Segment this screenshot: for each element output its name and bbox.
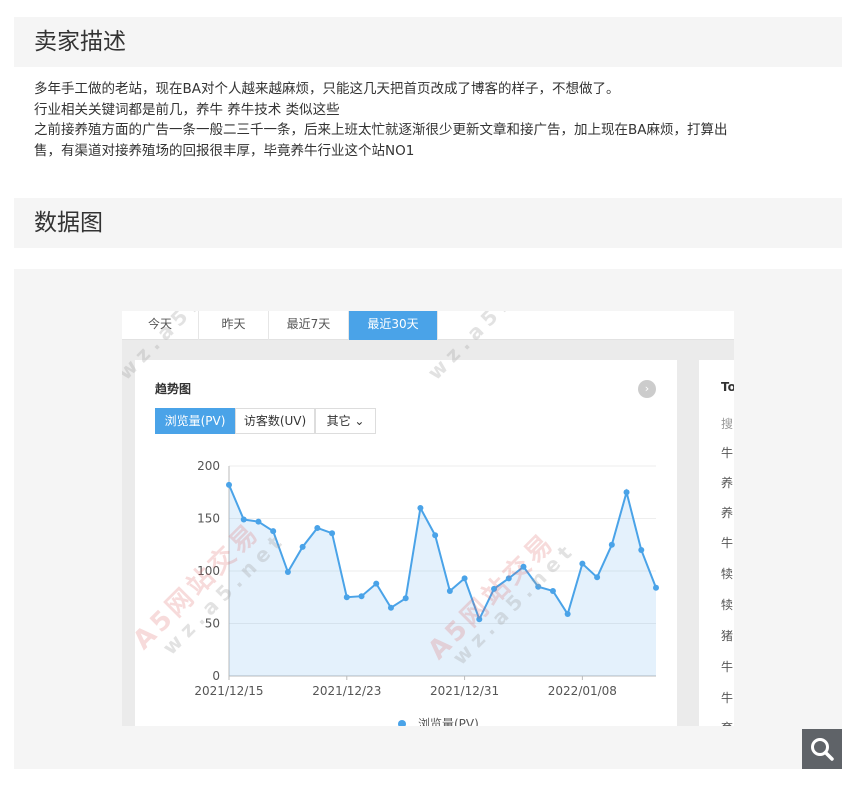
data-chart-header: 数据图 <box>14 198 842 248</box>
data-point <box>417 505 424 511</box>
data-point <box>284 569 291 576</box>
y-tick-label: 50 <box>205 617 220 631</box>
data-point <box>226 481 232 488</box>
data-point <box>564 611 571 618</box>
data-point <box>535 583 542 590</box>
data-point <box>476 616 483 623</box>
data-point <box>314 524 321 531</box>
data-point <box>446 587 453 594</box>
data-point <box>329 530 336 537</box>
x-tick-label: 2022/01/08 <box>548 684 617 698</box>
description-line: 之前接养殖方面的广告一条一般二三千一条，后来上班太忙就逐渐很少更新文章和接广告，… <box>34 122 728 138</box>
y-tick-label: 100 <box>197 564 220 578</box>
pv-area <box>229 484 656 676</box>
data-point <box>623 489 630 496</box>
data-point <box>343 594 350 601</box>
x-tick-label: 2021/12/31 <box>430 684 499 698</box>
data-point <box>505 575 512 582</box>
description-text: 多年手工做的老站，现在BA对个人越来越麻烦，只能这几天把首页改成了博客的样子，不… <box>34 79 814 161</box>
data-chart-panel: 今天 昨天 最近7天 最近30天 趋势图 › 浏览量(PV) 访客数(UV) 其… <box>14 269 842 769</box>
description-line: 行业相关关键词都是前几，养牛 养牛技术 类似这些 <box>34 101 340 118</box>
data-point <box>608 541 615 548</box>
data-point <box>520 563 527 570</box>
legend-marker <box>398 720 406 726</box>
data-point <box>255 518 262 525</box>
data-point <box>387 604 394 611</box>
data-point <box>549 587 556 594</box>
description-line: 多年手工做的老站，现在BA对个人越来越麻烦，只能这几天把首页改成了博客的样子，不… <box>34 81 620 97</box>
x-tick-label: 2021/12/23 <box>312 684 381 698</box>
y-tick-label: 0 <box>212 669 220 683</box>
seller-description-title: 卖家描述 <box>34 29 126 55</box>
data-point <box>373 580 380 587</box>
data-point <box>579 560 586 567</box>
pv-trend-chart: 0 50 100 150 200 2021/12/15 2021/12/23 2021/12/… <box>194 459 659 726</box>
y-tick-label: 200 <box>197 459 220 473</box>
data-point <box>461 575 468 582</box>
data-chart-title: 数据图 <box>34 210 103 236</box>
seller-description-header: 卖家描述 <box>14 17 842 67</box>
data-point <box>432 532 439 539</box>
search-icon <box>811 738 834 761</box>
data-point <box>491 585 498 592</box>
data-point <box>240 516 247 523</box>
data-point <box>638 547 645 553</box>
stats-screenshot[interactable]: 今天 昨天 最近7天 最近30天 趋势图 › 浏览量(PV) 访客数(UV) 其… <box>122 311 734 726</box>
zoom-button[interactable] <box>802 729 842 769</box>
data-point <box>653 584 659 591</box>
legend-label: 浏览量(PV) <box>418 716 479 726</box>
data-point <box>299 543 306 550</box>
data-point <box>270 528 277 535</box>
x-tick-label: 2021/12/15 <box>194 684 263 698</box>
data-point <box>358 593 365 600</box>
data-point <box>594 574 601 581</box>
description-line: 售，有渠道对接养殖场的回报很丰厚，毕竟养牛行业这个站NO1 <box>34 142 415 159</box>
data-point <box>402 595 409 602</box>
y-tick-label: 150 <box>197 512 220 526</box>
